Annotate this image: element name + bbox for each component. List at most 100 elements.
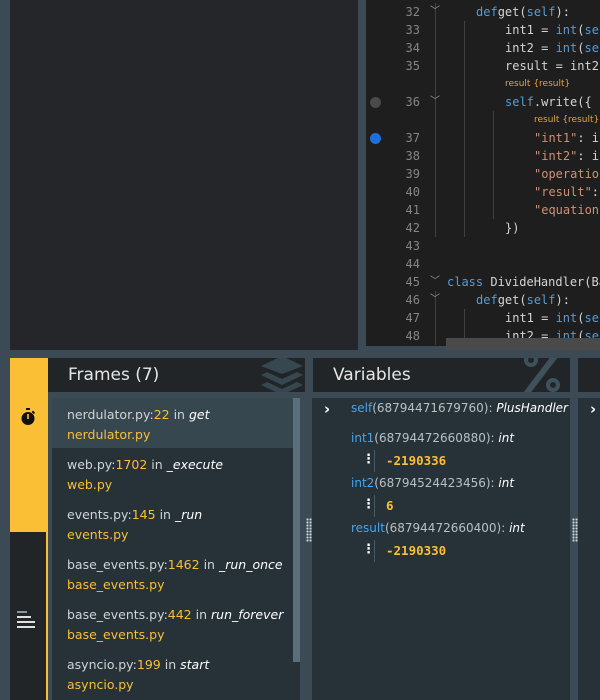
frame-in: in: [159, 507, 171, 522]
frame-file: base_events.py: [67, 607, 164, 622]
line-number: 46: [405, 293, 420, 307]
indent-guide: [464, 147, 465, 165]
indent-guide: [435, 39, 436, 57]
breakpoint-icon[interactable]: [370, 97, 381, 108]
code-text: result = int2 + int1: [505, 59, 599, 73]
frame-function: start: [180, 657, 210, 672]
code-text: "result": result,: [534, 185, 600, 199]
frame-in: in: [164, 657, 177, 672]
code-line: 33 int1 = int(self.get_argument(: [366, 21, 600, 39]
frame-line: 22: [153, 407, 170, 422]
indent-guide: [435, 57, 436, 75]
code-line: 42}): [366, 219, 600, 237]
fold-chevron-icon[interactable]: ﹀: [430, 3, 440, 21]
indent-guide: [464, 57, 465, 75]
frame-path: events.py: [67, 527, 129, 542]
stopwatch-icon: [21, 408, 36, 425]
frames-list: nerdulator.py:22 in get nerdulator.py web.…: [52, 398, 300, 700]
frame-path: web.py: [67, 477, 113, 492]
line-number: 39: [405, 167, 420, 181]
value-divider: [374, 495, 375, 517]
frame-item[interactable]: web.py:1702 in _execute web.py: [52, 448, 300, 498]
indent-guide: [464, 219, 465, 237]
value-divider: [374, 540, 375, 562]
frame-item[interactable]: events.py:145 in _run events.py: [52, 498, 300, 548]
editor-horizontal-scrollbar[interactable]: [446, 338, 600, 350]
line-number: 35: [405, 59, 420, 73]
line-number: 37: [405, 131, 420, 145]
indent-guide: [493, 183, 494, 201]
expand-chevron-icon[interactable]: ›: [590, 400, 596, 418]
frame-path: base_events.py: [67, 627, 165, 642]
frame-function: run_forever: [211, 607, 284, 622]
indent-guide: [435, 219, 436, 237]
line-number: 41: [405, 203, 420, 217]
indent-guide: [435, 111, 436, 129]
code-line: 35 result = int2 + int1: [366, 57, 600, 75]
frame-in: in: [203, 557, 215, 572]
variables-list: › self(68794471679760): PlusHandler int1…: [312, 398, 570, 700]
code-text: "operation":: [534, 167, 600, 181]
frame-in: in: [195, 607, 208, 622]
var-id: (68794471679760):: [372, 401, 497, 415]
frame-path: asyncio.py: [67, 677, 134, 692]
line-number: 32: [405, 5, 420, 19]
variable-self[interactable]: self(68794471679760): PlusHandler: [351, 401, 568, 415]
fold-chevron-icon[interactable]: ﹀: [430, 273, 440, 291]
frame-item[interactable]: asyncio.py:199 in start asyncio.py: [52, 648, 300, 698]
indent-guide: [435, 165, 436, 183]
variable-int1[interactable]: int1(68794472660880): int: [351, 431, 514, 445]
frame-line: 1702: [115, 457, 148, 472]
variable-result[interactable]: result(68794472660400): int: [351, 521, 525, 535]
variables-header: Variables: [313, 358, 570, 392]
frame-line: 145: [131, 507, 156, 522]
code-text: "int1": int1,: [534, 131, 600, 145]
indent-guide: [493, 129, 494, 147]
var-value: -2190336: [386, 453, 447, 468]
indent-guide: [435, 21, 436, 39]
fold-chevron-icon[interactable]: ﹀: [430, 291, 440, 309]
indent-guide: [464, 201, 465, 219]
code-text: defget(self):: [476, 5, 570, 19]
variable-int2[interactable]: int2(68794524423456): int: [351, 476, 514, 490]
frames-scrollbar[interactable]: [293, 398, 300, 662]
breakpoint-icon[interactable]: [370, 133, 381, 144]
var-id: (68794472660880):: [374, 431, 499, 445]
indent-guide: [464, 129, 465, 147]
debugger-tab-button[interactable]: [10, 358, 46, 532]
value-divider: [374, 450, 375, 472]
expand-chevron-icon[interactable]: ›: [324, 400, 330, 418]
indent-guide: [464, 39, 465, 57]
frame-item[interactable]: base_events.py:1462 in _run_once base_eve…: [52, 548, 300, 598]
code-line: result {result}: [366, 75, 600, 93]
frame-in: in: [151, 457, 163, 472]
line-number: 36: [405, 95, 420, 109]
next-panel: ›: [578, 398, 600, 700]
fold-chevron-icon[interactable]: ﹀: [430, 93, 440, 111]
code-editor[interactable]: 32 ﹀ defget(self): 33 int1 = int(self.get_ar…: [366, 0, 600, 346]
line-number: 40: [405, 185, 420, 199]
variables-title: Variables: [333, 365, 411, 385]
code-line: 46 ﹀ defget(self):: [366, 291, 600, 309]
var-type: int: [498, 431, 515, 445]
indent-guide: [493, 111, 494, 129]
line-number: 43: [405, 239, 420, 253]
frame-line: 442: [167, 607, 192, 622]
frame-line: 1462: [167, 557, 200, 572]
indent-guide: [493, 201, 494, 219]
var-name: result: [351, 521, 385, 535]
frame-in: in: [173, 407, 185, 422]
frame-path: nerdulator.py: [67, 427, 151, 442]
code-text: int1 = int(self.get_argument(: [505, 23, 600, 37]
indent-guide: [435, 309, 436, 327]
frames-header: Frames (7): [48, 358, 305, 392]
var-name: self: [351, 401, 373, 415]
frame-function: get: [188, 407, 210, 422]
outline-icon[interactable]: [17, 610, 37, 632]
code-line: 44: [366, 255, 600, 273]
indent-guide: [493, 165, 494, 183]
line-number: 38: [405, 149, 420, 163]
frame-item[interactable]: base_events.py:442 in run_forever base_ev…: [52, 598, 300, 648]
frame-file: nerdulator.py: [67, 407, 150, 422]
frame-item[interactable]: nerdulator.py:22 in get nerdulator.py: [52, 398, 300, 448]
